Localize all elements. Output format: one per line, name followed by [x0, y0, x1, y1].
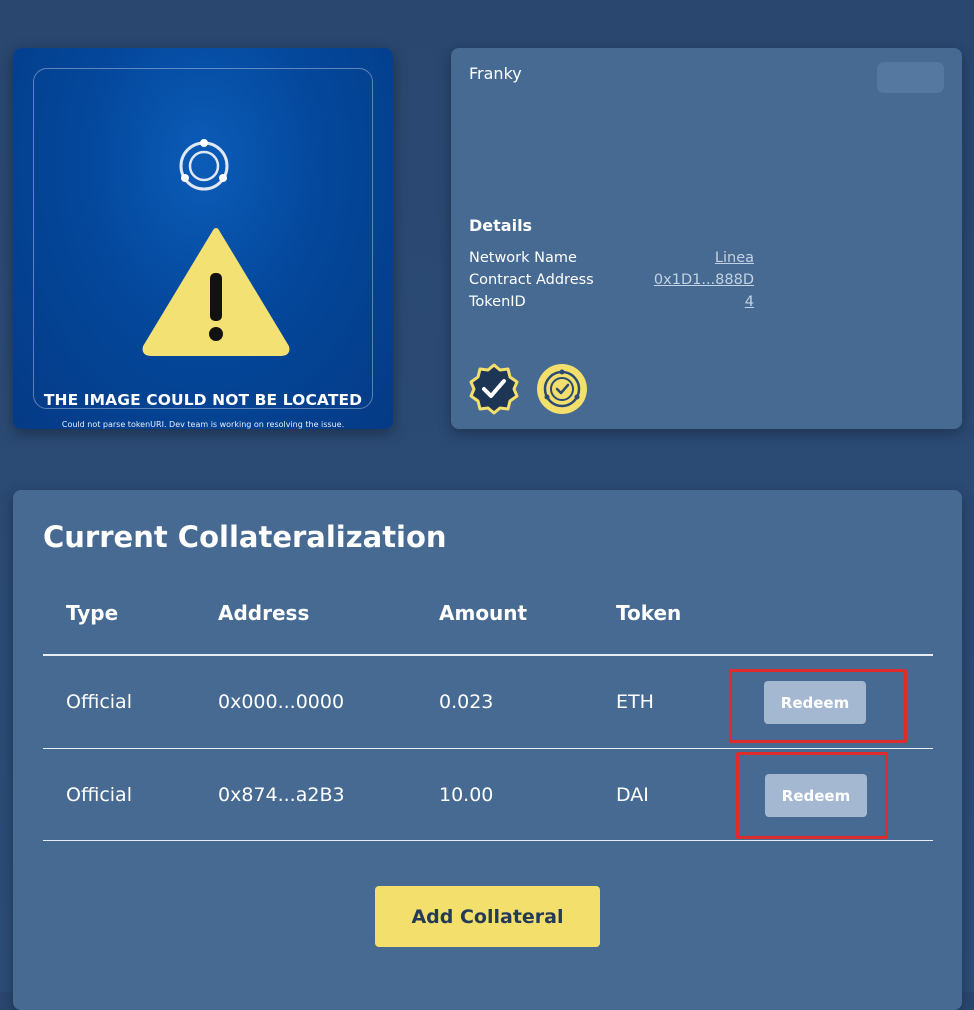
image-error-subtitle: Could not parse tokenURI. Dev team is wo… [61, 420, 345, 429]
nft-image-card: THE IMAGE COULD NOT BE LOCATED Could not… [13, 48, 393, 429]
network-name-link[interactable]: Linea [715, 250, 754, 266]
options-button[interactable] [877, 62, 944, 93]
nft-details-card: Franky Details Network Name Linea Contra… [451, 48, 962, 429]
detail-label: Contract Address [469, 272, 594, 288]
redeem-button[interactable]: Redeem [765, 774, 867, 817]
contract-address-link[interactable]: 0x1D1...888D [654, 272, 754, 288]
image-error-title: THE IMAGE COULD NOT BE LOCATED [43, 391, 363, 409]
verified-badge-icon[interactable] [467, 362, 521, 416]
cell-amount: 10.00 [439, 784, 494, 806]
row-divider [43, 748, 933, 749]
cell-token: DAI [616, 784, 649, 806]
cell-address: 0x000...0000 [218, 691, 345, 713]
detail-row-tokenid: TokenID 4 [469, 294, 754, 316]
details-heading: Details [469, 216, 533, 235]
detail-row-contract: Contract Address 0x1D1...888D [469, 272, 754, 294]
row-divider [43, 840, 933, 841]
warning-icon [142, 228, 290, 356]
column-header-type: Type [66, 601, 119, 625]
header-divider [43, 654, 933, 656]
cell-type: Official [66, 784, 132, 806]
cell-amount: 0.023 [439, 691, 494, 713]
section-title: Current Collateralization [43, 520, 447, 554]
column-header-token: Token [616, 601, 682, 625]
add-collateral-button[interactable]: Add Collateral [375, 886, 600, 947]
column-header-address: Address [218, 601, 310, 625]
token-id-link[interactable]: 4 [745, 294, 754, 310]
project-logo-icon [179, 139, 229, 191]
linea-badge-icon[interactable] [535, 362, 589, 416]
collateralization-card: Current Collateralization Type Address A… [13, 490, 962, 1010]
column-header-amount: Amount [439, 601, 528, 625]
detail-row-network: Network Name Linea [469, 250, 754, 272]
detail-label: Network Name [469, 250, 577, 266]
nft-name: Franky [469, 64, 522, 83]
redeem-button[interactable]: Redeem [764, 681, 866, 724]
detail-label: TokenID [469, 294, 526, 310]
cell-address: 0x874...a2B3 [218, 784, 345, 806]
cell-token: ETH [616, 691, 654, 713]
cell-type: Official [66, 691, 132, 713]
